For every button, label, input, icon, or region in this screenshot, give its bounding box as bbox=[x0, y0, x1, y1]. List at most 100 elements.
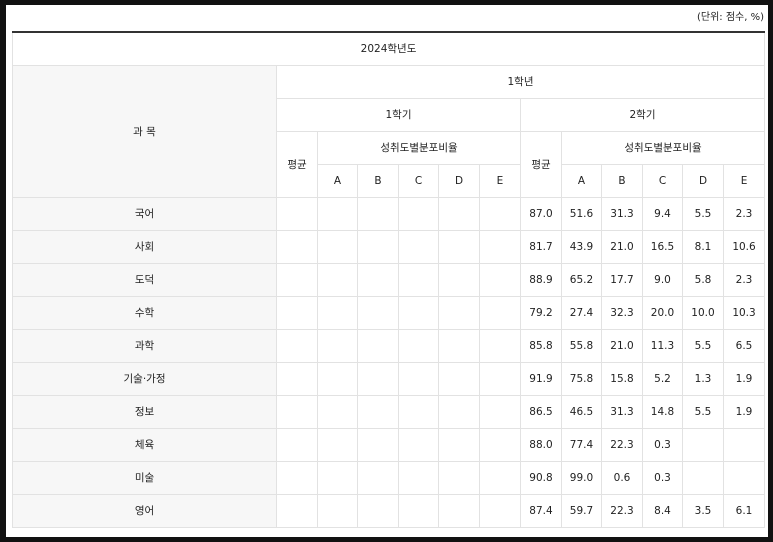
year-header: 2024학년도 bbox=[11, 31, 766, 66]
table-row: 미술 90.8 99.0 0.6 0.3 bbox=[12, 460, 766, 495]
subject-cell: 도덕 bbox=[12, 262, 277, 297]
table-body: 국어 87.0 51.6 31.3 9.4 5.5 2.3 사회 81.7 43.9 21.0 16.… bbox=[12, 196, 766, 528]
distribution-cell: 20.0 bbox=[642, 295, 683, 330]
semester1-distribution-header: 성취도별분포비율 bbox=[317, 130, 521, 165]
semester2-distribution-header: 성취도별분포비율 bbox=[560, 130, 766, 165]
level-header: D bbox=[682, 163, 724, 198]
distribution-cell bbox=[479, 493, 521, 528]
distribution-cell bbox=[398, 493, 439, 528]
subject-cell: 영어 bbox=[12, 493, 277, 528]
level-header: D bbox=[438, 163, 480, 198]
distribution-cell bbox=[357, 196, 399, 231]
distribution-cell bbox=[357, 229, 399, 264]
distribution-cell bbox=[398, 361, 439, 396]
distribution-cell bbox=[479, 427, 521, 462]
distribution-cell: 10.3 bbox=[722, 295, 766, 330]
table-row: 체육 88.0 77.4 22.3 0.3 bbox=[12, 427, 766, 462]
average-cell: 85.8 bbox=[520, 328, 562, 363]
subject-cell: 수학 bbox=[12, 295, 277, 330]
distribution-cell: 5.5 bbox=[682, 394, 724, 429]
distribution-cell: 6.1 bbox=[722, 493, 766, 528]
distribution-cell bbox=[317, 229, 358, 264]
average-cell: 87.4 bbox=[520, 493, 562, 528]
distribution-cell bbox=[357, 493, 399, 528]
distribution-cell: 8.4 bbox=[642, 493, 683, 528]
distribution-cell: 22.3 bbox=[601, 493, 643, 528]
distribution-cell: 15.8 bbox=[601, 361, 643, 396]
distribution-cell: 65.2 bbox=[561, 262, 602, 297]
distribution-cell: 55.8 bbox=[561, 328, 602, 363]
distribution-cell: 0.3 bbox=[642, 427, 683, 462]
level-header: A bbox=[561, 163, 602, 198]
distribution-cell bbox=[398, 295, 439, 330]
distribution-cell: 16.5 bbox=[642, 229, 683, 264]
distribution-cell: 22.3 bbox=[601, 427, 643, 462]
distribution-cell bbox=[479, 229, 521, 264]
distribution-cell bbox=[479, 394, 521, 429]
distribution-cell bbox=[722, 460, 766, 495]
distribution-cell: 8.1 bbox=[682, 229, 724, 264]
level-header: A bbox=[317, 163, 358, 198]
distribution-cell: 0.3 bbox=[642, 460, 683, 495]
distribution-cell bbox=[438, 361, 480, 396]
distribution-cell: 0.6 bbox=[601, 460, 643, 495]
distribution-cell: 6.5 bbox=[722, 328, 766, 363]
distribution-cell bbox=[398, 328, 439, 363]
distribution-cell bbox=[398, 460, 439, 495]
distribution-cell bbox=[438, 229, 480, 264]
distribution-cell bbox=[317, 361, 358, 396]
distribution-cell: 5.8 bbox=[682, 262, 724, 297]
semester2-average-header: 평균 bbox=[520, 130, 562, 198]
distribution-cell: 46.5 bbox=[561, 394, 602, 429]
distribution-cell: 5.5 bbox=[682, 196, 724, 231]
distribution-cell bbox=[317, 493, 358, 528]
table-row: 수학 79.2 27.4 32.3 20.0 10.0 10.3 bbox=[12, 295, 766, 330]
distribution-cell bbox=[479, 262, 521, 297]
level-header: B bbox=[357, 163, 399, 198]
distribution-cell bbox=[357, 295, 399, 330]
distribution-cell bbox=[398, 229, 439, 264]
distribution-cell: 43.9 bbox=[561, 229, 602, 264]
level-header: E bbox=[479, 163, 521, 198]
average-cell bbox=[276, 493, 318, 528]
distribution-cell bbox=[357, 361, 399, 396]
distribution-cell: 10.6 bbox=[722, 229, 766, 264]
distribution-cell: 5.2 bbox=[642, 361, 683, 396]
average-cell: 87.0 bbox=[520, 196, 562, 231]
unit-label: (단위: 점수, %) bbox=[696, 12, 764, 23]
average-cell: 81.7 bbox=[520, 229, 562, 264]
semester1-average-header: 평균 bbox=[276, 130, 318, 198]
distribution-cell: 27.4 bbox=[561, 295, 602, 330]
distribution-cell: 9.0 bbox=[642, 262, 683, 297]
distribution-cell: 51.6 bbox=[561, 196, 602, 231]
distribution-cell bbox=[438, 328, 480, 363]
average-cell bbox=[276, 427, 318, 462]
distribution-cell bbox=[317, 328, 358, 363]
level-header: C bbox=[398, 163, 439, 198]
subject-cell: 미술 bbox=[12, 460, 277, 495]
table-row: 과학 85.8 55.8 21.0 11.3 5.5 6.5 bbox=[12, 328, 766, 363]
distribution-cell bbox=[438, 460, 480, 495]
distribution-cell bbox=[479, 328, 521, 363]
distribution-cell: 11.3 bbox=[642, 328, 683, 363]
distribution-cell bbox=[398, 196, 439, 231]
average-cell bbox=[276, 229, 318, 264]
distribution-cell bbox=[479, 295, 521, 330]
distribution-cell: 21.0 bbox=[601, 229, 643, 264]
distribution-cell: 75.8 bbox=[561, 361, 602, 396]
distribution-cell: 1.9 bbox=[722, 361, 766, 396]
distribution-cell bbox=[317, 262, 358, 297]
average-cell: 88.9 bbox=[520, 262, 562, 297]
distribution-cell bbox=[438, 262, 480, 297]
table-row: 도덕 88.9 65.2 17.7 9.0 5.8 2.3 bbox=[12, 262, 766, 297]
table-row: 기술·가정 91.9 75.8 15.8 5.2 1.3 1.9 bbox=[12, 361, 766, 396]
subject-cell: 과학 bbox=[12, 328, 277, 363]
average-cell: 88.0 bbox=[520, 427, 562, 462]
table-row: 영어 87.4 59.7 22.3 8.4 3.5 6.1 bbox=[12, 493, 766, 528]
distribution-cell bbox=[398, 262, 439, 297]
average-cell: 86.5 bbox=[520, 394, 562, 429]
distribution-cell: 32.3 bbox=[601, 295, 643, 330]
table-row: 정보 86.5 46.5 31.3 14.8 5.5 1.9 bbox=[12, 394, 766, 429]
distribution-cell bbox=[357, 427, 399, 462]
subject-cell: 체육 bbox=[12, 427, 277, 462]
